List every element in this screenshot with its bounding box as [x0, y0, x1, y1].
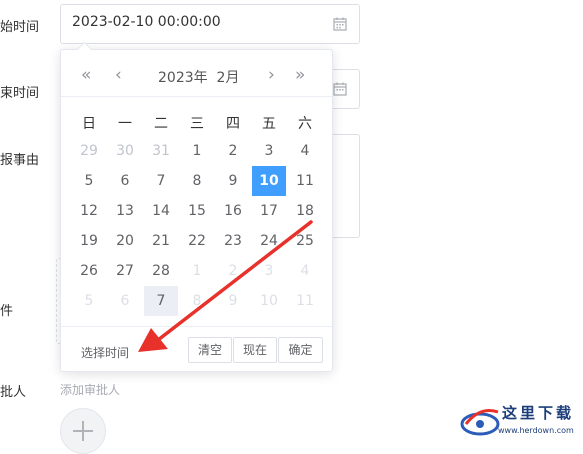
- popup-arrow: [76, 41, 93, 58]
- day-cell[interactable]: 13: [107, 196, 143, 226]
- day-cell-selected[interactable]: 10: [251, 166, 287, 196]
- day-cell[interactable]: 9: [215, 166, 251, 196]
- week-row: 12 13 14 15 16 17 18: [71, 196, 323, 226]
- day-cell[interactable]: 14: [143, 196, 179, 226]
- day-cell[interactable]: 1: [179, 136, 215, 166]
- day-cell[interactable]: 20: [107, 226, 143, 256]
- day-cell[interactable]: 7: [143, 166, 179, 196]
- day-cell[interactable]: 18: [287, 196, 323, 226]
- next-year-icon[interactable]: »: [295, 65, 305, 85]
- weekday-wed: 三: [190, 116, 204, 132]
- day-cell[interactable]: 16: [215, 196, 251, 226]
- start-time-input[interactable]: 2023-02-10 00:00:00: [60, 4, 360, 44]
- confirm-button[interactable]: 确定: [278, 337, 323, 363]
- add-approver-button[interactable]: [60, 408, 106, 454]
- day-cell[interactable]: 29: [71, 136, 107, 166]
- day-cell[interactable]: 19: [71, 226, 107, 256]
- day-cell[interactable]: 23: [215, 226, 251, 256]
- day-cell-hover[interactable]: 7: [143, 286, 179, 316]
- week-row: 19 20 21 22 23 24 25: [71, 226, 323, 256]
- day-cell[interactable]: 6: [107, 286, 143, 316]
- day-cell[interactable]: 25: [287, 226, 323, 256]
- weekday-sun: 日: [82, 116, 96, 132]
- day-cell[interactable]: 9: [215, 286, 251, 316]
- reason-label: 报事由: [0, 153, 40, 168]
- day-cell[interactable]: 28: [143, 256, 179, 286]
- day-cell[interactable]: 8: [179, 286, 215, 316]
- site-watermark: 这里下载 www.herdown.com: [458, 398, 583, 440]
- day-cell[interactable]: 10: [251, 286, 287, 316]
- weekday-fri: 五: [262, 116, 276, 132]
- day-cell[interactable]: 30: [107, 136, 143, 166]
- watermark-url: www.herdown.com: [498, 426, 574, 435]
- approver-label: 批人: [0, 385, 27, 400]
- weekday-sat: 六: [298, 116, 312, 132]
- calendar-icon[interactable]: [333, 82, 347, 96]
- end-time-label: 束时间: [0, 86, 40, 101]
- watermark-text: 这里下载: [502, 404, 575, 422]
- week-row: 5 6 7 8 9 10 11: [71, 286, 323, 316]
- day-cell[interactable]: 2: [215, 136, 251, 166]
- day-cell[interactable]: 22: [179, 226, 215, 256]
- week-row: 5 6 7 8 9 10 11: [71, 166, 323, 196]
- add-approver-text[interactable]: 添加审批人: [60, 381, 120, 398]
- start-time-value: 2023-02-10 00:00:00: [72, 14, 221, 30]
- attachment-label: 件: [0, 304, 14, 319]
- day-cell[interactable]: 15: [179, 196, 215, 226]
- now-button[interactable]: 现在: [233, 337, 277, 363]
- prev-year-icon[interactable]: «: [81, 65, 91, 85]
- day-cell[interactable]: 6: [107, 166, 143, 196]
- calendar-icon[interactable]: [333, 17, 347, 31]
- clear-button[interactable]: 清空: [188, 337, 232, 363]
- watermark-logo-icon: [460, 409, 500, 436]
- day-cell[interactable]: 27: [107, 256, 143, 286]
- day-cell[interactable]: 11: [287, 286, 323, 316]
- month-label[interactable]: 2月: [217, 70, 240, 86]
- day-cell[interactable]: 4: [287, 256, 323, 286]
- day-grid: 29 30 31 1 2 3 4 5 6 7 8 9 10 11 12 13 1…: [71, 136, 323, 316]
- day-cell[interactable]: 3: [251, 136, 287, 166]
- weekday-mon: 一: [118, 116, 132, 132]
- select-time-link[interactable]: 选择时间: [81, 344, 129, 361]
- date-picker-popup: « ‹ 2023年 2月 › » 日 一 二 三 四 五 六 29 30 31 …: [60, 41, 333, 372]
- next-month-icon[interactable]: ›: [268, 65, 275, 85]
- day-cell[interactable]: 2: [215, 256, 251, 286]
- day-cell[interactable]: 4: [287, 136, 323, 166]
- footer-divider: [61, 326, 332, 327]
- start-time-label: 始时间: [0, 20, 40, 35]
- day-cell[interactable]: 26: [71, 256, 107, 286]
- week-row: 26 27 28 1 2 3 4: [71, 256, 323, 286]
- week-row: 29 30 31 1 2 3 4: [71, 136, 323, 166]
- day-cell[interactable]: 5: [71, 166, 107, 196]
- day-cell[interactable]: 3: [251, 256, 287, 286]
- day-cell[interactable]: 12: [71, 196, 107, 226]
- weekday-tue: 二: [154, 116, 168, 132]
- day-cell[interactable]: 11: [287, 166, 323, 196]
- day-cell[interactable]: 1: [179, 256, 215, 286]
- weekday-thu: 四: [226, 116, 240, 132]
- day-cell[interactable]: 17: [251, 196, 287, 226]
- day-cell[interactable]: 31: [143, 136, 179, 166]
- day-cell[interactable]: 8: [179, 166, 215, 196]
- day-cell[interactable]: 5: [71, 286, 107, 316]
- prev-month-icon[interactable]: ‹: [115, 65, 122, 85]
- header-divider: [61, 96, 332, 97]
- picker-header: 2023年 2月: [158, 67, 239, 87]
- day-cell[interactable]: 21: [143, 226, 179, 256]
- day-cell[interactable]: 24: [251, 226, 287, 256]
- weekday-header: 日 一 二 三 四 五 六: [71, 113, 323, 133]
- year-label[interactable]: 2023年: [158, 70, 208, 86]
